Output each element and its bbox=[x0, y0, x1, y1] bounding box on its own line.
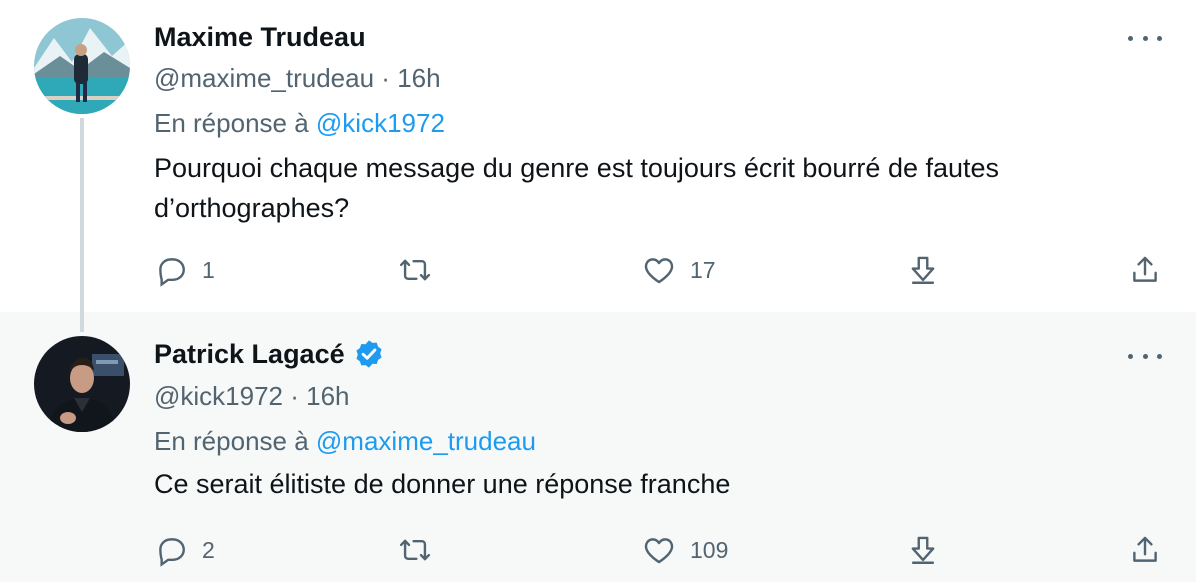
reply-mention-link[interactable]: @kick1972 bbox=[316, 108, 445, 138]
action-bar: 2 109 bbox=[154, 528, 1164, 572]
reply-prefix: En réponse à bbox=[154, 108, 309, 138]
tweet-text: Ce serait élitiste de donner une réponse… bbox=[154, 469, 731, 499]
more-icon[interactable] bbox=[1128, 28, 1162, 48]
retweet-icon bbox=[399, 259, 431, 281]
author-meta: @kick1972 · 16h bbox=[154, 381, 350, 412]
author-handle[interactable]: @kick1972 bbox=[154, 381, 283, 411]
reply-context: En réponse à @kick1972 bbox=[154, 108, 445, 139]
bookmark-icon bbox=[911, 536, 935, 564]
reply-icon bbox=[159, 258, 185, 287]
download-button[interactable] bbox=[906, 248, 940, 292]
reply-button[interactable]: 2 bbox=[154, 528, 215, 572]
share-button[interactable] bbox=[1128, 248, 1162, 292]
action-bar: 1 17 bbox=[154, 248, 1164, 292]
tweet-text: Pourquoi chaque message du genre est tou… bbox=[154, 153, 1000, 223]
like-button[interactable]: 17 bbox=[642, 248, 716, 292]
like-button[interactable]: 109 bbox=[642, 528, 728, 572]
reply-button[interactable]: 1 bbox=[154, 248, 215, 292]
bookmark-icon bbox=[911, 256, 935, 284]
more-icon[interactable] bbox=[1128, 346, 1162, 366]
separator-dot: · bbox=[290, 381, 307, 411]
reply-context: En réponse à @maxime_trudeau bbox=[154, 426, 536, 457]
retweet-icon bbox=[399, 539, 431, 561]
thread-connector bbox=[80, 118, 84, 332]
tweet-2[interactable]: Patrick Lagacé @kick1972 · 16h En répons… bbox=[0, 312, 1196, 582]
author-name-text[interactable]: Patrick Lagacé bbox=[154, 339, 345, 370]
tweet-time[interactable]: 16h bbox=[306, 381, 349, 411]
verified-badge-icon bbox=[356, 340, 382, 368]
reply-count: 2 bbox=[202, 536, 215, 563]
reply-icon bbox=[159, 538, 185, 567]
share-icon bbox=[1133, 256, 1157, 282]
reply-prefix: En réponse à bbox=[154, 426, 309, 456]
like-icon bbox=[644, 538, 674, 564]
avatar-photo bbox=[34, 336, 130, 432]
share-icon bbox=[1133, 536, 1157, 562]
reply-count: 1 bbox=[202, 256, 215, 283]
separator-dot: · bbox=[381, 63, 398, 93]
avatar-photo bbox=[34, 18, 130, 114]
avatar[interactable] bbox=[34, 336, 130, 432]
retweet-button[interactable] bbox=[398, 528, 446, 572]
author-name[interactable]: Maxime Trudeau bbox=[154, 22, 366, 53]
avatar[interactable] bbox=[34, 18, 130, 114]
tweet-1[interactable]: Maxime Trudeau @maxime_trudeau · 16h En … bbox=[0, 0, 1196, 332]
author-meta: @maxime_trudeau · 16h bbox=[154, 63, 441, 94]
author-handle[interactable]: @maxime_trudeau bbox=[154, 63, 374, 93]
reply-mention-link[interactable]: @maxime_trudeau bbox=[316, 426, 536, 456]
like-count: 109 bbox=[690, 536, 729, 563]
share-button[interactable] bbox=[1128, 528, 1162, 572]
author-name[interactable]: Patrick Lagacé bbox=[154, 338, 385, 370]
author-name-text[interactable]: Maxime Trudeau bbox=[154, 22, 366, 53]
like-icon bbox=[644, 258, 674, 284]
tweet-time[interactable]: 16h bbox=[397, 63, 440, 93]
download-button[interactable] bbox=[906, 528, 940, 572]
retweet-button[interactable] bbox=[398, 248, 446, 292]
like-count: 17 bbox=[690, 256, 716, 283]
